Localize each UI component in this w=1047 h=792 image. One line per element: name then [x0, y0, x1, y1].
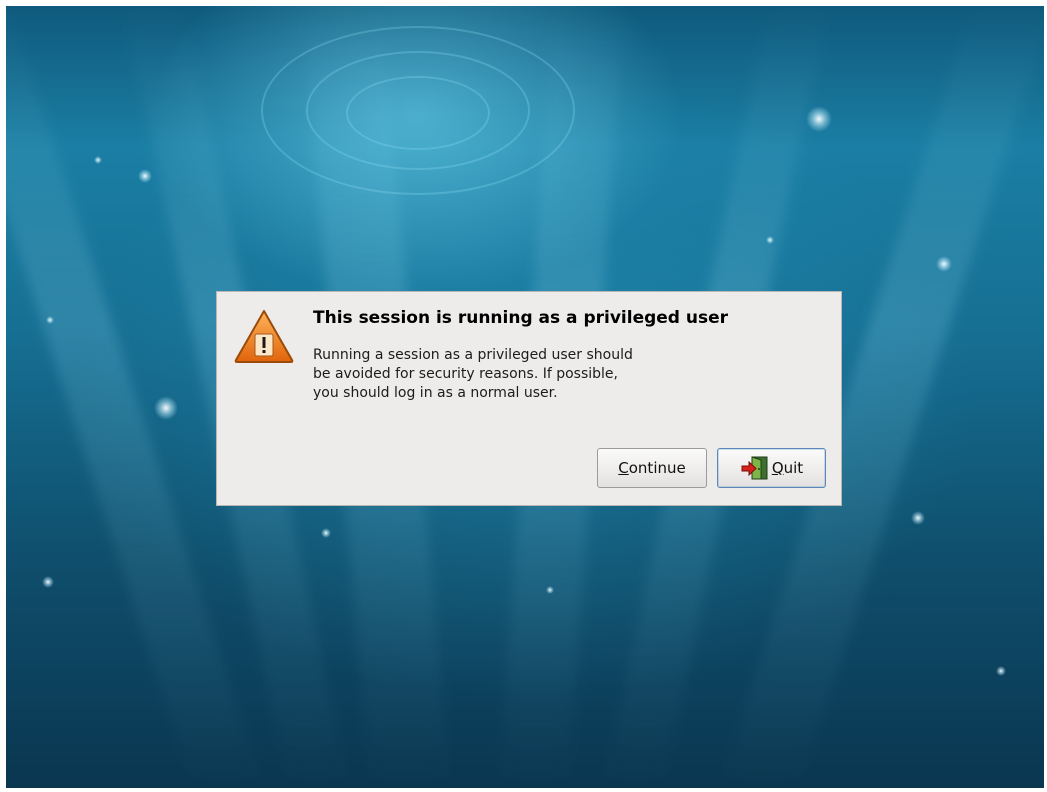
privileged-user-warning-dialog: This session is running as a privileged …	[216, 291, 842, 506]
star	[46, 316, 54, 324]
star	[766, 236, 774, 244]
dialog-title: This session is running as a privileged …	[313, 308, 729, 328]
star	[936, 256, 952, 272]
star	[138, 169, 152, 183]
star	[94, 156, 102, 164]
quit-mnemonic: Q	[771, 459, 784, 477]
continue-label: ontinue	[628, 459, 686, 477]
continue-button[interactable]: Continue	[597, 448, 707, 488]
dialog-message: Running a session as a privileged user s…	[313, 347, 633, 401]
star	[42, 576, 54, 588]
star	[321, 528, 331, 538]
star	[806, 106, 832, 132]
quit-button[interactable]: Quit	[717, 448, 826, 488]
swirl-ring	[261, 26, 575, 195]
star	[154, 396, 178, 420]
star	[996, 666, 1006, 676]
star	[911, 511, 925, 525]
star	[546, 586, 554, 594]
warning-icon	[234, 310, 294, 363]
exit-door-icon	[741, 456, 768, 480]
continue-mnemonic: C	[618, 459, 629, 477]
quit-label: uit	[783, 459, 804, 477]
